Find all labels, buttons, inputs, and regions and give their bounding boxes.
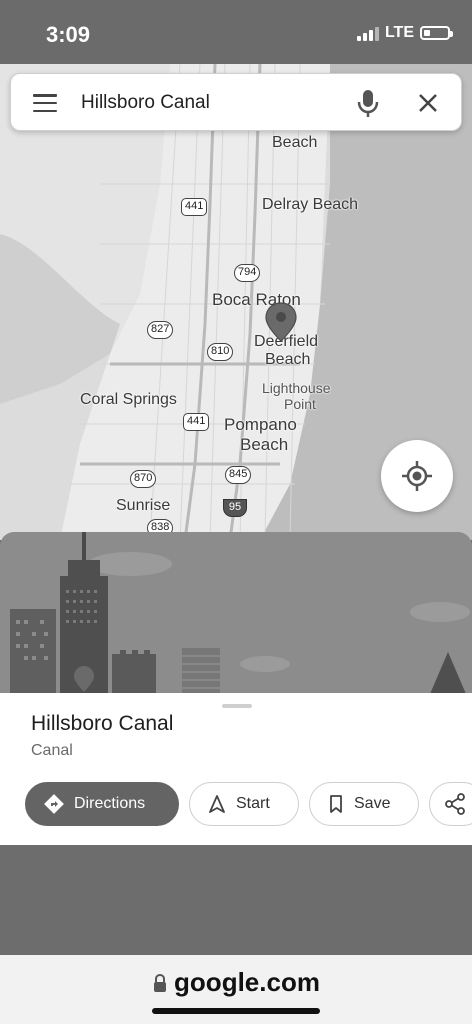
- search-bar[interactable]: Hillsboro Canal: [10, 73, 462, 131]
- map-label-lighthouse: Lighthouse: [262, 380, 331, 396]
- save-button[interactable]: Save: [309, 782, 419, 826]
- clock: 3:09: [46, 22, 91, 47]
- status-icons: LTE: [356, 24, 453, 42]
- city-skyline-illustration: [10, 532, 470, 694]
- share-button[interactable]: [429, 782, 472, 826]
- microphone-icon[interactable]: [355, 88, 381, 118]
- location-pin-icon[interactable]: [264, 302, 298, 342]
- route-shield-441-south: 441: [183, 413, 210, 431]
- route-shield-441: 441: [181, 198, 208, 216]
- route-shield-845: 845: [225, 466, 252, 484]
- navigation-arrow-icon: [209, 795, 225, 813]
- route-shield-870: 870: [130, 470, 157, 488]
- action-row: Directions Start Save: [25, 782, 472, 828]
- directions-button[interactable]: Directions: [25, 782, 179, 826]
- place-title: Hillsboro Canal: [31, 712, 174, 735]
- my-location-button[interactable]: [381, 440, 453, 512]
- lock-icon: [154, 973, 167, 992]
- home-indicator[interactable]: [152, 1008, 320, 1014]
- crosshair-icon: [402, 461, 432, 491]
- start-label: Start: [236, 795, 270, 812]
- interstate-shield-95: 95: [223, 499, 247, 517]
- search-input[interactable]: Hillsboro Canal: [81, 92, 210, 114]
- map-label-beach: Beach: [272, 134, 318, 151]
- map-label-deerfield-beach: Beach: [265, 351, 311, 368]
- share-icon: [445, 793, 465, 815]
- directions-label: Directions: [74, 795, 146, 812]
- bookmark-icon: [330, 795, 342, 813]
- route-shield-794: 794: [234, 264, 261, 282]
- route-shield-810: 810: [207, 343, 234, 361]
- map-label-pompano-beach: Beach: [240, 435, 289, 454]
- background-overlay: [0, 845, 472, 955]
- url-display[interactable]: google.com: [0, 967, 472, 998]
- sheet-drag-handle[interactable]: [222, 704, 252, 708]
- map-label-point: Point: [284, 396, 316, 412]
- map-label-delray-beach: Delray Beach: [262, 196, 359, 213]
- map-label-coral-springs: Coral Springs: [80, 391, 177, 408]
- start-button[interactable]: Start: [189, 782, 299, 826]
- close-icon[interactable]: [415, 90, 441, 116]
- url-text: google.com: [174, 967, 320, 997]
- battery-icon: [420, 26, 453, 40]
- place-type: Canal: [31, 742, 73, 759]
- status-bar: 3:09 LTE: [0, 0, 472, 64]
- directions-icon: [44, 794, 64, 814]
- save-label: Save: [354, 795, 391, 812]
- menu-icon[interactable]: [33, 94, 57, 112]
- map-label-pompano: Pompano: [224, 415, 297, 434]
- network-type: LTE: [384, 24, 414, 41]
- signal-icon: [356, 25, 379, 41]
- route-shield-827: 827: [147, 321, 174, 339]
- map-label-sunrise: Sunrise: [116, 497, 171, 514]
- place-illustration: [0, 532, 472, 694]
